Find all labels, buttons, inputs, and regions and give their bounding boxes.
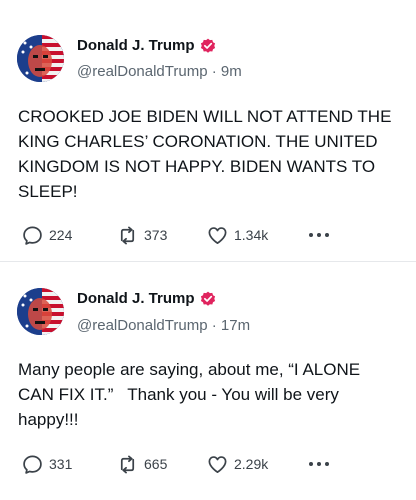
like-count: 1.34k (234, 227, 269, 243)
more-icon (325, 462, 329, 466)
repost-button[interactable]: 373 (117, 224, 167, 246)
like-button[interactable]: 1.34k (207, 224, 268, 246)
reply-button[interactable]: 224 (22, 224, 72, 246)
meta-separator: · (207, 63, 221, 80)
heart-icon (208, 226, 227, 244)
timestamp[interactable]: 17m (221, 317, 250, 334)
display-name[interactable]: Donald J. Trump (77, 37, 195, 54)
heart-icon (208, 455, 227, 473)
post[interactable]: Donald J. Trump @realDonaldTrump · 17m M… (0, 262, 416, 500)
verified-badge-icon (200, 291, 215, 306)
flag-face-avatar-icon (17, 288, 64, 335)
avatar[interactable] (17, 35, 64, 82)
reply-icon (23, 226, 42, 245)
post-text: Many people are saying, about me, “I ALO… (18, 360, 365, 429)
repost-count: 373 (144, 227, 168, 243)
action-bar: 331 665 2.29k (18, 453, 398, 475)
verified-badge-icon (200, 38, 215, 53)
meta-separator: · (207, 317, 221, 334)
reply-icon (23, 455, 42, 474)
like-button[interactable]: 2.29k (207, 453, 268, 475)
more-icon (325, 233, 329, 237)
post-text: CROOKED JOE BIDEN WILL NOT ATTEND THE KI… (18, 107, 397, 201)
action-bar: 224 373 1.34k (18, 224, 398, 246)
repost-icon (120, 226, 135, 244)
handle[interactable]: @realDonaldTrump (77, 63, 208, 80)
timestamp[interactable]: 9m (221, 63, 242, 80)
handle-row: @realDonaldTrump · 9m (77, 63, 242, 80)
display-name[interactable]: Donald J. Trump (77, 290, 195, 307)
post[interactable]: Donald J. Trump @realDonaldTrump · 9m CR… (0, 0, 416, 262)
repost-count: 665 (144, 456, 168, 472)
reply-count: 224 (49, 227, 73, 243)
repost-icon (120, 455, 135, 473)
avatar[interactable] (17, 288, 64, 335)
more-icon (309, 233, 313, 237)
more-button[interactable] (309, 453, 333, 475)
flag-face-avatar-icon (17, 35, 64, 82)
handle-row: @realDonaldTrump · 17m (77, 317, 250, 334)
author-row: Donald J. Trump (77, 290, 216, 307)
more-icon (309, 462, 313, 466)
more-button[interactable] (309, 224, 333, 246)
reply-button[interactable]: 331 (22, 453, 72, 475)
repost-button[interactable]: 665 (117, 453, 167, 475)
handle[interactable]: @realDonaldTrump (77, 317, 208, 334)
author-row: Donald J. Trump (77, 37, 216, 54)
like-count: 2.29k (234, 456, 269, 472)
more-icon (317, 233, 321, 237)
reply-count: 331 (49, 456, 73, 472)
more-icon (317, 462, 321, 466)
